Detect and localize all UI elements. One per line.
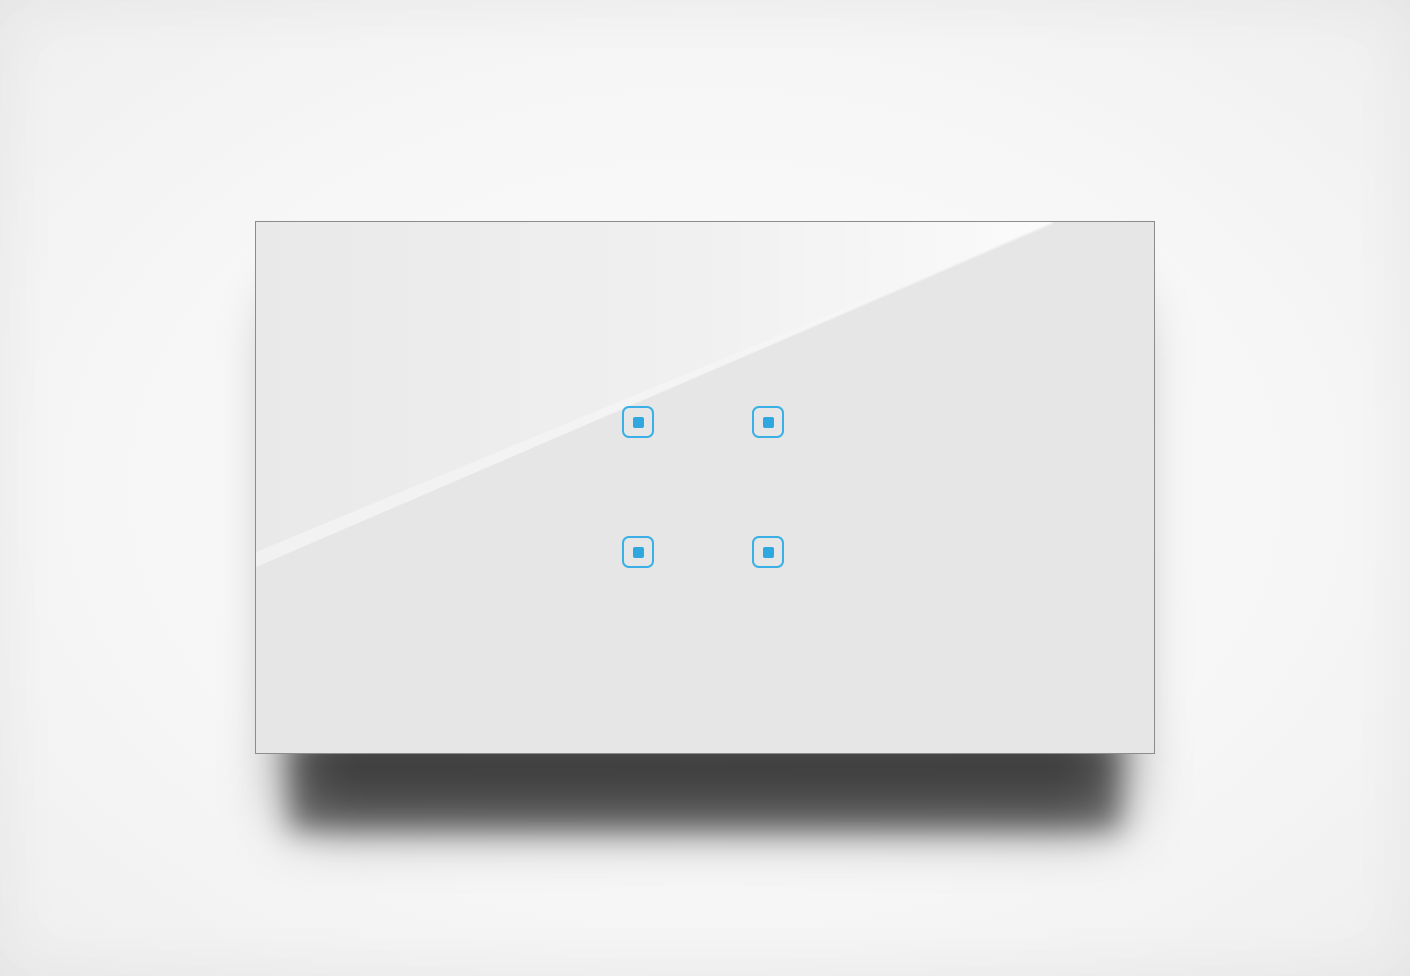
led-indicator-icon bbox=[762, 546, 774, 558]
led-indicator-icon bbox=[762, 416, 774, 428]
touch-key-bottom-left[interactable] bbox=[622, 536, 654, 568]
glass-reflection bbox=[256, 222, 1053, 567]
led-indicator-icon bbox=[632, 546, 644, 558]
touch-key-bottom-right[interactable] bbox=[752, 536, 784, 568]
led-indicator-icon bbox=[632, 416, 644, 428]
touch-key-top-right[interactable] bbox=[752, 406, 784, 438]
touch-key-top-left[interactable] bbox=[622, 406, 654, 438]
touch-switch-panel bbox=[255, 221, 1155, 754]
background-stage bbox=[0, 0, 1410, 976]
